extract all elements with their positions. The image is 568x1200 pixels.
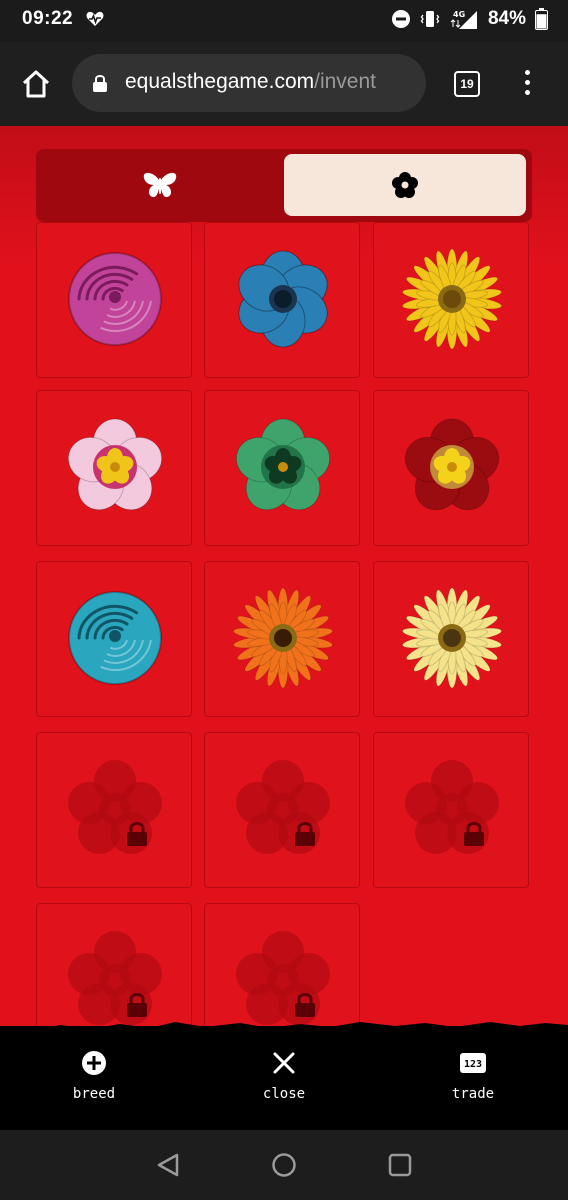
plus-circle-icon xyxy=(82,1051,106,1075)
flower-anemone-icon xyxy=(238,250,328,348)
flower-gerbera-icon xyxy=(401,587,503,689)
locked-inventory-slot xyxy=(373,732,529,888)
network-type: 4G xyxy=(453,10,465,19)
inventory-item[interactable] xyxy=(373,561,529,717)
action-bar: breed close 123 trade xyxy=(0,1026,568,1130)
flower-placeholder-icon xyxy=(405,760,499,854)
browser-toolbar: equalsthegame.com/invent 19 xyxy=(0,42,568,126)
flower-icon xyxy=(392,172,418,198)
signal-4g-icon: 4G xyxy=(450,10,477,29)
inventory-item[interactable] xyxy=(204,390,360,546)
trade-label: trade xyxy=(451,1086,495,1102)
butterfly-icon xyxy=(143,172,177,197)
flower-rose-icon xyxy=(68,252,162,346)
butterfly-tab[interactable] xyxy=(36,149,284,222)
recents-icon[interactable] xyxy=(388,1153,412,1177)
close-button[interactable]: close xyxy=(234,1050,334,1102)
browser-menu-icon[interactable] xyxy=(519,70,535,98)
padlock-icon xyxy=(295,993,315,1017)
inventory-screen xyxy=(0,126,568,1130)
home-nav-icon[interactable] xyxy=(271,1152,297,1178)
padlock-icon xyxy=(127,822,147,846)
browser-home-icon[interactable] xyxy=(20,68,52,100)
locked-inventory-slot xyxy=(36,732,192,888)
flower-primrose-icon xyxy=(67,418,163,511)
do-not-disturb-icon xyxy=(391,10,410,28)
status-time: 09:22 xyxy=(22,8,74,29)
locked-inventory-slot xyxy=(204,732,360,888)
flower-placeholder-icon xyxy=(68,760,162,854)
inventory-item[interactable] xyxy=(36,222,192,378)
flower-rose-icon xyxy=(68,591,162,685)
flower-gerbera-icon xyxy=(232,587,334,689)
close-label: close xyxy=(262,1086,306,1102)
battery-percent: 84% xyxy=(487,8,526,29)
trade-icon-text: 123 xyxy=(464,1059,482,1070)
numeric-keypad-icon: 123 xyxy=(460,1053,486,1073)
padlock-icon xyxy=(295,822,315,846)
flower-placeholder-icon xyxy=(236,760,330,854)
flower-primrose-icon xyxy=(404,418,500,511)
breed-button[interactable]: breed xyxy=(44,1050,144,1102)
flower-primrose-icon xyxy=(235,418,331,511)
inventory-item[interactable] xyxy=(204,561,360,717)
back-icon[interactable] xyxy=(155,1152,181,1178)
breed-label: breed xyxy=(72,1086,116,1102)
vibrate-icon xyxy=(420,11,440,27)
flower-gerbera-icon xyxy=(401,248,503,350)
inventory-grid xyxy=(0,126,568,1130)
category-toggle xyxy=(36,149,532,222)
inventory-item[interactable] xyxy=(373,222,529,378)
lock-icon xyxy=(93,75,107,92)
inventory-item[interactable] xyxy=(373,390,529,546)
url-text: equalsthegame.com/invent xyxy=(125,70,376,94)
address-bar[interactable]: equalsthegame.com/invent xyxy=(72,54,426,112)
heart-pulse-icon xyxy=(86,11,104,26)
inventory-item[interactable] xyxy=(36,561,192,717)
flower-tab[interactable] xyxy=(284,154,526,216)
url-domain: equalsthegame.com xyxy=(125,70,315,93)
padlock-icon xyxy=(464,822,484,846)
inventory-item[interactable] xyxy=(36,390,192,546)
url-path: /invent xyxy=(314,70,376,93)
close-icon xyxy=(273,1052,295,1074)
trade-button[interactable]: 123 trade xyxy=(423,1050,523,1102)
battery-icon xyxy=(535,8,548,30)
inventory-item[interactable] xyxy=(204,222,360,378)
padlock-icon xyxy=(127,993,147,1017)
system-nav-bar xyxy=(0,1130,568,1200)
tab-switcher-button[interactable]: 19 xyxy=(454,71,480,97)
status-bar: 09:22 4G 84% xyxy=(0,0,568,42)
